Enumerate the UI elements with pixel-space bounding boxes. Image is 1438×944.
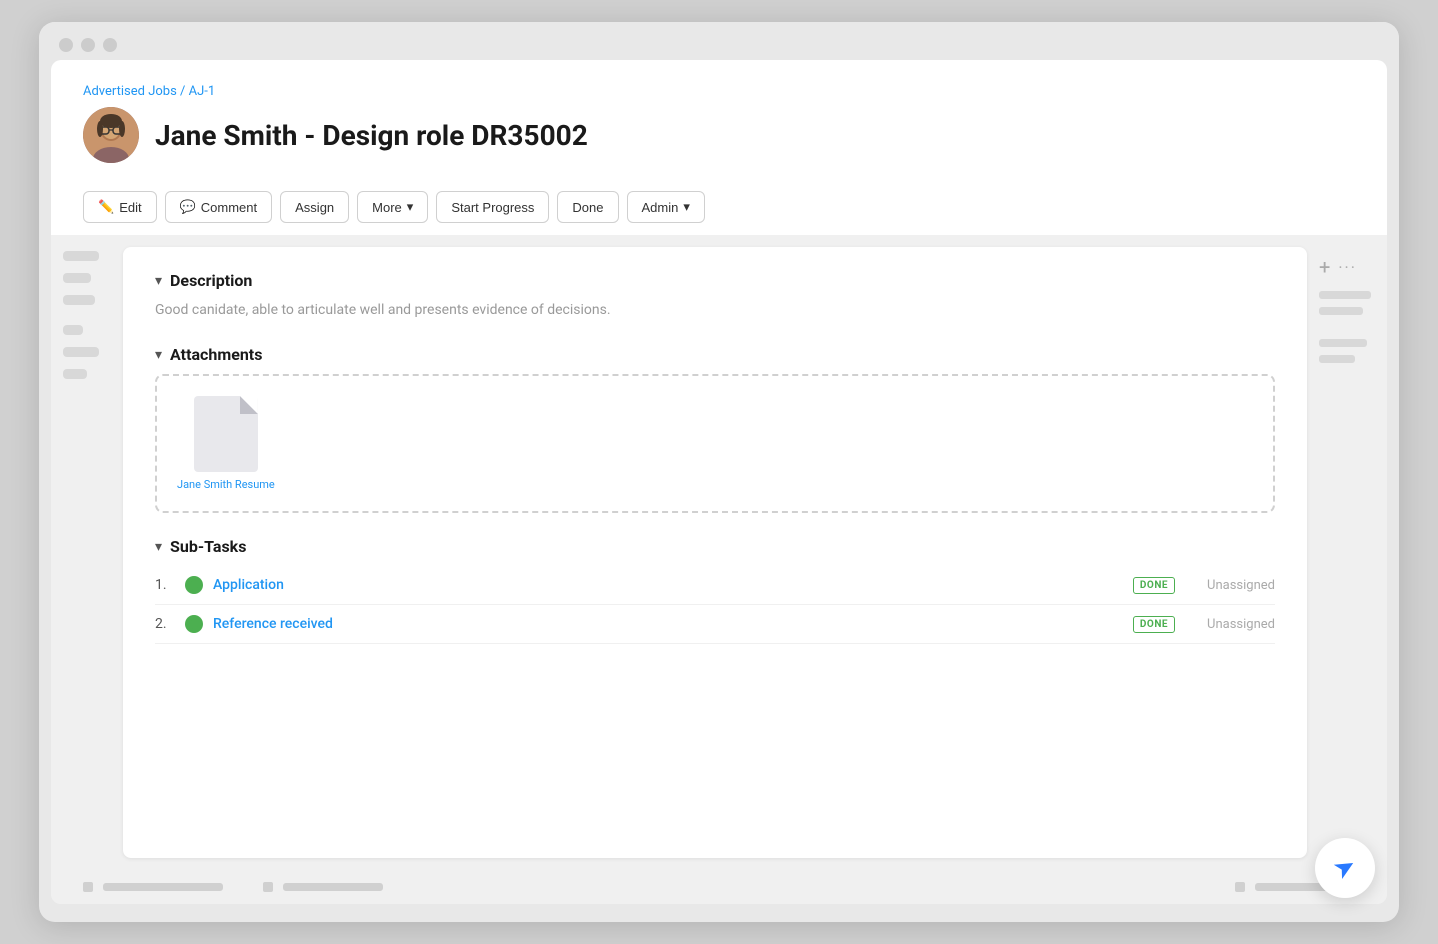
subtasks-section: ▾ Sub-Tasks 1. Application DONE Unassign… <box>155 537 1275 644</box>
attachments-dropzone[interactable]: Jane Smith Resume <box>155 374 1275 513</box>
chevron-down-icon: ▾ <box>407 199 414 215</box>
subtask-status-badge-1: DONE <box>1133 616 1175 633</box>
subtask-assignee-0: Unassigned <box>1185 578 1275 593</box>
title-bar <box>39 22 1399 60</box>
file-fold <box>240 396 258 414</box>
content-body: ▾ Description Good canidate, able to art… <box>51 235 1387 870</box>
subtask-item: 1. Application DONE Unassigned <box>155 566 1275 605</box>
subtask-name-1[interactable]: Reference received <box>213 616 1123 632</box>
description-section: ▾ Description Good canidate, able to art… <box>155 271 1275 321</box>
fab-button[interactable]: ➤ <box>1315 838 1375 898</box>
app-window: Advertised Jobs / AJ-1 <box>39 22 1399 922</box>
add-icon[interactable]: + <box>1319 255 1330 279</box>
breadcrumb[interactable]: Advertised Jobs / AJ-1 <box>83 84 1355 99</box>
comment-icon: 💬 <box>180 199 196 215</box>
bottom-sq-2 <box>263 882 273 892</box>
traffic-lights <box>59 38 117 52</box>
right-bar-1 <box>1319 291 1371 299</box>
file-item[interactable]: Jane Smith Resume <box>177 396 275 491</box>
subtasks-chevron-icon[interactable]: ▾ <box>155 539 162 555</box>
header-area: Advertised Jobs / AJ-1 <box>51 60 1387 235</box>
subtasks-title: Sub-Tasks <box>170 537 246 556</box>
pencil-icon: ✏️ <box>98 199 114 215</box>
maximize-button[interactable] <box>103 38 117 52</box>
sidebar-left <box>51 235 123 870</box>
main-panel: ▾ Description Good canidate, able to art… <box>123 247 1307 858</box>
sidebar-bar-6 <box>63 369 87 379</box>
description-chevron-icon[interactable]: ▾ <box>155 273 162 289</box>
sidebar-bar-1 <box>63 251 99 261</box>
bottom-line-2 <box>283 883 383 891</box>
main-content: Advertised Jobs / AJ-1 <box>51 60 1387 904</box>
assign-button[interactable]: Assign <box>280 191 349 223</box>
description-text: Good canidate, able to articulate well a… <box>155 300 1275 321</box>
attachments-section: ▾ Attachments Jane Smith Resume <box>155 345 1275 513</box>
sidebar-bar-2 <box>63 273 91 283</box>
file-icon <box>194 396 258 472</box>
subtask-item: 2. Reference received DONE Unassigned <box>155 605 1275 644</box>
file-name: Jane Smith Resume <box>177 478 275 491</box>
attachments-header: ▾ Attachments <box>155 345 1275 364</box>
bottom-bar-group-2 <box>263 882 383 892</box>
right-bar-3 <box>1319 339 1367 347</box>
description-header: ▾ Description <box>155 271 1275 290</box>
sidebar-bar-5 <box>63 347 99 357</box>
page-title-row: Jane Smith - Design role DR35002 <box>83 107 1355 163</box>
start-progress-button[interactable]: Start Progress <box>436 191 549 223</box>
bottom-bars <box>51 870 1387 904</box>
close-button[interactable] <box>59 38 73 52</box>
subtasks-header: ▾ Sub-Tasks <box>155 537 1275 556</box>
send-icon: ➤ <box>1328 850 1362 887</box>
bottom-bar-group-1 <box>83 882 223 892</box>
sidebar-bar-3 <box>63 295 95 305</box>
subtasks-list: 1. Application DONE Unassigned 2. Refere… <box>155 566 1275 644</box>
avatar <box>83 107 139 163</box>
sidebar-bar-4 <box>63 325 83 335</box>
attachments-title: Attachments <box>170 345 262 364</box>
description-title: Description <box>170 271 252 290</box>
more-options-icon[interactable]: ··· <box>1338 258 1357 277</box>
edit-button[interactable]: ✏️ Edit <box>83 191 157 223</box>
toolbar: ✏️ Edit 💬 Comment Assign More ▾ Start Pr… <box>83 179 1355 235</box>
more-button[interactable]: More ▾ <box>357 191 428 223</box>
subtask-num-0: 1. <box>155 577 175 593</box>
subtask-assignee-1: Unassigned <box>1185 617 1275 632</box>
admin-chevron-icon: ▾ <box>683 199 690 215</box>
sidebar-right: + ··· <box>1307 235 1387 870</box>
attachments-chevron-icon[interactable]: ▾ <box>155 347 162 363</box>
subtask-num-1: 2. <box>155 616 175 632</box>
bottom-line-1 <box>103 883 223 891</box>
subtask-name-0[interactable]: Application <box>213 577 1123 593</box>
subtask-dot-1 <box>185 615 203 633</box>
comment-button[interactable]: 💬 Comment <box>165 191 273 223</box>
done-button[interactable]: Done <box>557 191 618 223</box>
page-title-text: Jane Smith - Design role DR35002 <box>155 119 588 152</box>
right-bar-4 <box>1319 355 1355 363</box>
admin-button[interactable]: Admin ▾ <box>627 191 705 223</box>
subtask-dot-0 <box>185 576 203 594</box>
bottom-sq-3 <box>1235 882 1245 892</box>
bottom-sq-1 <box>83 882 93 892</box>
minimize-button[interactable] <box>81 38 95 52</box>
subtask-status-badge-0: DONE <box>1133 577 1175 594</box>
right-bar-2 <box>1319 307 1363 315</box>
